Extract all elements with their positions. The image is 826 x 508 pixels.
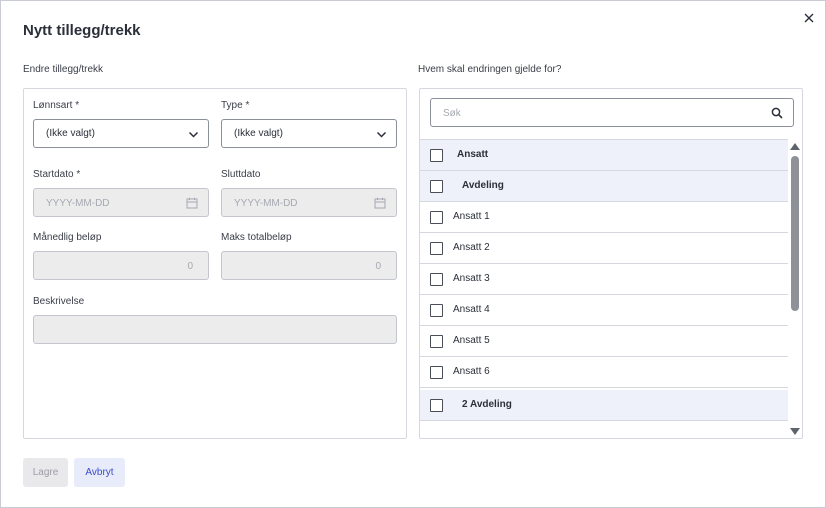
list-item-label: Ansatt 4 [453,304,490,315]
list-item-label: Ansatt 5 [453,335,490,346]
sluttdato-label: Sluttdato [221,169,261,180]
lonnsart-value: (Ikke valgt) [46,128,95,139]
save-button[interactable]: Lagre [23,458,68,487]
scroll-up-arrow-icon[interactable] [790,143,800,150]
dialog-title: Nytt tillegg/trekk [23,22,141,39]
chevron-down-icon [188,131,199,138]
close-icon[interactable] [801,10,817,26]
search-icon[interactable] [771,107,783,119]
beskrivelse-input[interactable] [33,315,397,344]
checkbox[interactable] [430,149,443,162]
type-label: Type * [221,100,250,111]
recipient-list: Ansatt Avdeling Ansatt 1 Ansatt 2 Ansatt… [420,139,788,438]
manedlig-value: 0 [187,261,193,272]
list-item[interactable]: Ansatt 1 [420,202,788,233]
search-placeholder: Søk [443,108,461,119]
sluttdato-input[interactable]: YYYY-MM-DD [221,188,397,217]
lonnsart-label: Lønnsart * [33,100,80,111]
beskrivelse-label: Beskrivelse [33,296,85,307]
list-item[interactable]: Ansatt 2 [420,233,788,264]
checkbox[interactable] [430,273,443,286]
list-item-label: 2 Avdeling [462,399,512,410]
list-item[interactable]: Ansatt 5 [420,326,788,357]
manedlig-label: Månedlig beløp [33,232,102,243]
checkbox[interactable] [430,304,443,317]
list-item-label: Ansatt 6 [453,366,490,377]
startdato-placeholder: YYYY-MM-DD [46,198,110,209]
calendar-icon [374,197,386,209]
maks-value: 0 [375,261,381,272]
checkbox[interactable] [430,180,443,193]
list-item-label: Ansatt [457,149,489,160]
list-item-label: Ansatt 1 [453,211,490,222]
type-value: (Ikke valgt) [234,128,283,139]
list-item[interactable]: Ansatt 3 [420,264,788,295]
list-item[interactable]: Ansatt 4 [420,295,788,326]
lonnsart-select[interactable]: (Ikke valgt) [33,119,209,148]
right-panel: Søk Ansatt Avdeling Ansatt 1 Ansatt 2 An… [419,88,803,439]
checkbox[interactable] [430,335,443,348]
list-item-2-avdeling-group[interactable]: 2 Avdeling [420,390,788,421]
checkbox[interactable] [430,242,443,255]
list-item[interactable]: Ansatt 6 [420,357,788,388]
calendar-icon [186,197,198,209]
manedlig-input[interactable]: 0 [33,251,209,280]
list-item-ansatt-group[interactable]: Ansatt [420,140,788,171]
list-scrollbar[interactable] [787,141,803,439]
startdato-label: Startdato * [33,169,81,180]
checkbox[interactable] [430,366,443,379]
search-input[interactable]: Søk [430,98,794,127]
list-item-avdeling-group[interactable]: Avdeling [420,171,788,202]
right-section-label: Hvem skal endringen gjelde for? [418,64,562,75]
checkbox[interactable] [430,211,443,224]
list-item-label: Ansatt 2 [453,242,490,253]
maks-label: Maks totalbeløp [221,232,292,243]
startdato-input[interactable]: YYYY-MM-DD [33,188,209,217]
scrollbar-thumb[interactable] [791,156,799,311]
scroll-down-arrow-icon[interactable] [790,428,800,435]
list-item-label: Avdeling [462,180,504,191]
type-select[interactable]: (Ikke valgt) [221,119,397,148]
left-panel: Lønnsart * (Ikke valgt) Type * (Ikke val… [23,88,407,439]
checkbox[interactable] [430,399,443,412]
sluttdato-placeholder: YYYY-MM-DD [234,198,298,209]
maks-input[interactable]: 0 [221,251,397,280]
dialog: Nytt tillegg/trekk Endre tillegg/trekk L… [0,0,826,508]
chevron-down-icon [376,131,387,138]
cancel-button[interactable]: Avbryt [74,458,125,487]
list-item-label: Ansatt 3 [453,273,490,284]
left-section-label: Endre tillegg/trekk [23,64,104,75]
